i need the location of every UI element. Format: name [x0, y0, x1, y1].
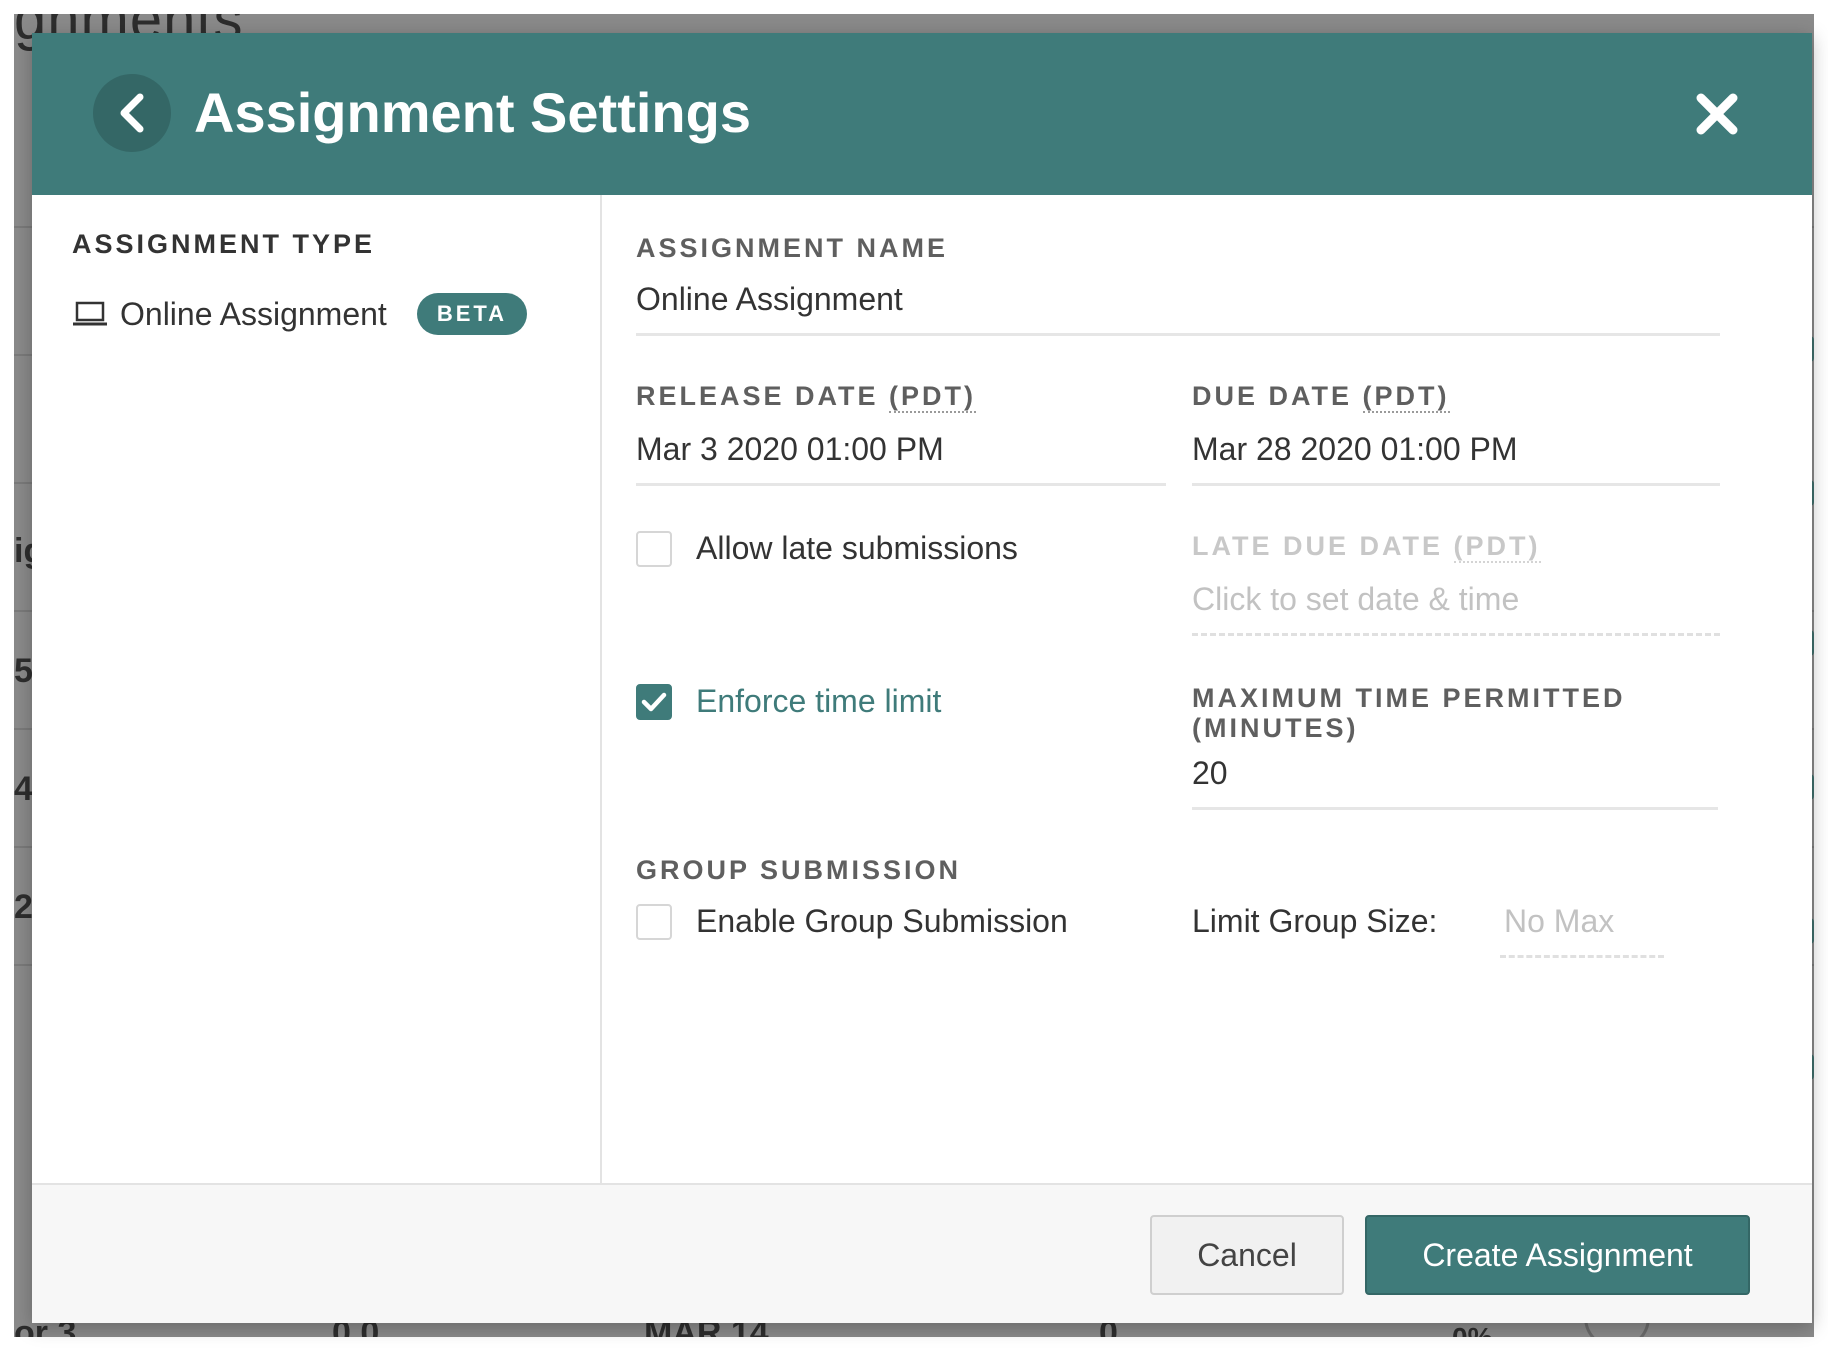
- cancel-button[interactable]: Cancel: [1150, 1215, 1344, 1295]
- back-button[interactable]: [93, 74, 171, 152]
- chevron-left-icon: [120, 93, 144, 133]
- allow-late-submissions-row[interactable]: Allow late submissions: [636, 530, 1018, 567]
- allow-late-submissions-checkbox[interactable]: [636, 530, 672, 567]
- assignment-name-label: ASSIGNMENT NAME: [636, 233, 949, 263]
- create-assignment-button[interactable]: Create Assignment: [1365, 1215, 1750, 1295]
- checkmark-icon: [641, 692, 667, 711]
- enable-group-submission-row[interactable]: Enable Group Submission: [636, 903, 1068, 940]
- modal-header: Assignment Settings: [32, 33, 1812, 195]
- close-x-icon: [1696, 93, 1738, 135]
- late-due-date-input[interactable]: Click to set date & time: [1192, 579, 1720, 636]
- modal-title: Assignment Settings: [194, 81, 751, 144]
- late-due-date-label: LATE DUE DATE (PDT): [1192, 531, 1541, 563]
- due-date-input[interactable]: Mar 28 2020 01:00 PM: [1192, 429, 1720, 486]
- limit-group-size-label: Limit Group Size:: [1192, 903, 1438, 939]
- max-time-input[interactable]: 20: [1192, 753, 1718, 810]
- late-due-date-timezone: (PDT): [1453, 531, 1541, 563]
- limit-group-size-input[interactable]: No Max: [1500, 901, 1664, 958]
- background-cell: 4: [14, 770, 33, 808]
- group-submission-heading: GROUP SUBMISSION: [636, 855, 962, 885]
- release-date-label: RELEASE DATE (PDT): [636, 381, 977, 413]
- assignment-name-input[interactable]: Online Assignment: [636, 279, 1720, 336]
- assignment-type-panel: ASSIGNMENT TYPE Online Assignment BETA: [32, 195, 602, 1183]
- enforce-time-limit-checkbox[interactable]: [636, 683, 672, 720]
- enforce-time-limit-label: Enforce time limit: [696, 683, 942, 719]
- background-cell: 2: [14, 888, 33, 926]
- modal-footer: Cancel Create Assignment: [32, 1183, 1812, 1323]
- background-cell: 0%: [1452, 1322, 1492, 1337]
- due-date-timezone: (PDT): [1362, 381, 1450, 413]
- assignment-type-item[interactable]: Online Assignment BETA: [72, 293, 528, 335]
- assignment-settings-modal: Assignment Settings ASSIGNMENT TYPE Onli…: [32, 33, 1812, 1323]
- enable-group-submission-label: Enable Group Submission: [696, 903, 1068, 939]
- release-date-input[interactable]: Mar 3 2020 01:00 PM: [636, 429, 1166, 486]
- beta-badge: BETA: [416, 293, 528, 335]
- settings-form: ASSIGNMENT NAME Online Assignment RELEAS…: [602, 195, 1812, 1183]
- assignment-type-label: Online Assignment: [120, 295, 387, 332]
- max-time-label: MAXIMUM TIME PERMITTED (MINUTES): [1192, 683, 1626, 743]
- assignment-type-heading: ASSIGNMENT TYPE: [72, 229, 376, 259]
- enable-group-submission-checkbox[interactable]: [636, 903, 672, 940]
- enforce-time-limit-row[interactable]: Enforce time limit: [636, 683, 941, 720]
- close-button[interactable]: [1690, 87, 1744, 141]
- background-cell: 5: [14, 652, 33, 690]
- allow-late-submissions-label: Allow late submissions: [696, 530, 1018, 566]
- due-date-label: DUE DATE (PDT): [1192, 381, 1450, 413]
- release-date-timezone: (PDT): [889, 381, 977, 413]
- laptop-icon: [73, 301, 107, 326]
